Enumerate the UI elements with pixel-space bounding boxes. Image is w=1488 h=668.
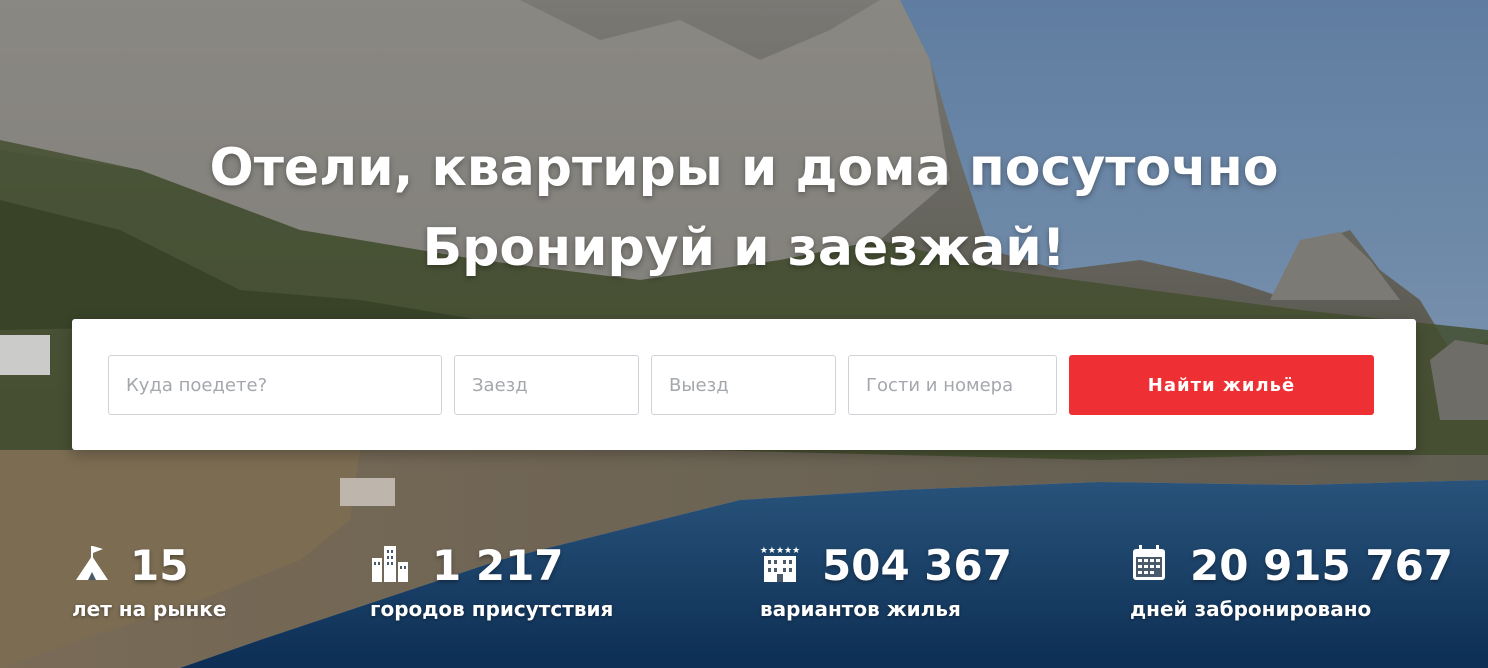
hero-section: Отели, квартиры и дома посуточно Брониру… xyxy=(0,0,1488,668)
stat-value: 15 xyxy=(130,541,189,590)
stat-value: 504 367 xyxy=(822,541,1012,590)
stat-label: городов присутствия xyxy=(370,597,614,621)
headline-line-2: Бронируй и заезжай! xyxy=(422,218,1066,278)
calendar-icon xyxy=(1133,545,1165,580)
stat-label: вариантов жилья xyxy=(760,597,961,621)
find-accommodation-button[interactable]: Найти жильё xyxy=(1069,355,1374,415)
stat-value: 1 217 xyxy=(432,541,564,590)
svg-text:★★★★★: ★★★★★ xyxy=(760,546,800,556)
hero-headline: Отели, квартиры и дома посуточно Брониру… xyxy=(0,128,1488,288)
stat-label: дней забронировано xyxy=(1130,597,1372,621)
search-panel: Найти жильё xyxy=(72,319,1416,450)
city-buildings-icon xyxy=(372,546,408,582)
stat-value: 20 915 767 xyxy=(1190,541,1454,590)
checkin-date-input[interactable] xyxy=(454,355,639,415)
checkout-date-input[interactable] xyxy=(651,355,836,415)
destination-input[interactable] xyxy=(108,355,442,415)
guests-rooms-input[interactable] xyxy=(848,355,1057,415)
headline-line-1: Отели, квартиры и дома посуточно xyxy=(209,138,1279,198)
hotel-stars-icon: ★★★★★ xyxy=(760,546,800,582)
stat-label: лет на рынке xyxy=(72,597,227,621)
tent-flag-icon xyxy=(76,546,108,580)
